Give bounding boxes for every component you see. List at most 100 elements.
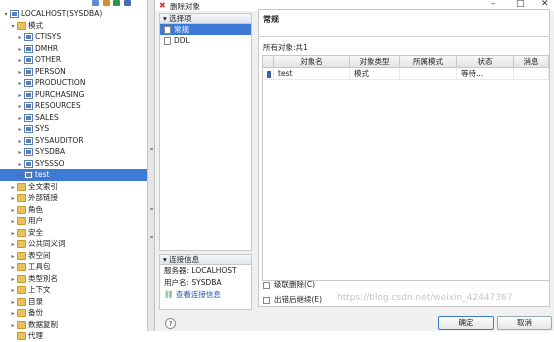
tree-item-agent[interactable]: 代理 (0, 330, 147, 342)
collapse-arrow-icon[interactable]: ▾ (163, 14, 167, 23)
table-row[interactable]: test 模式 等待... (263, 68, 549, 80)
ok-button[interactable]: 确定 (438, 316, 494, 330)
folder-icon (17, 205, 26, 214)
tree-item-schema[interactable]: ▸ SALES (0, 112, 147, 124)
tree-item-label: 表空间 (28, 250, 51, 260)
watermark-text: https://blog.csdn.net/weixin_42447367 (337, 293, 513, 303)
tree-item-label: 目录 (28, 296, 43, 306)
tree-item-label: PRODUCTION (35, 78, 86, 87)
panel-splitter[interactable] (148, 0, 155, 331)
splitter-grip (150, 148, 153, 150)
connection-icon: ⛓ (164, 290, 174, 299)
option-label: 常规 (174, 25, 189, 34)
tree-item-folder[interactable]: ▸ 外部链接 (0, 192, 147, 204)
close-button[interactable]: ✕ (541, 0, 549, 9)
tree-item-folder[interactable]: ▸ 用户 (0, 215, 147, 227)
tree-item-folder[interactable]: ▸ 表空间 (0, 250, 147, 262)
tree-toolbar (0, 0, 147, 8)
view-connection-link[interactable]: 查看连接信息 (176, 290, 221, 299)
folder-icon (17, 309, 26, 317)
schema-icon (24, 44, 33, 53)
cell-schema (400, 68, 457, 79)
tree-item-schema[interactable]: ▸ PRODUCTION (0, 77, 147, 89)
cascade-label: 级联删除(C) (274, 280, 316, 289)
tree-item-label: LOCALHOST(SYSDBA) (21, 9, 103, 18)
tree-item-schema[interactable]: ▸ RESOURCES (0, 100, 147, 112)
tree-item-folder[interactable]: ▸ 公共同义词 (0, 238, 147, 250)
continue-checkbox[interactable] (263, 296, 270, 304)
tree-item-schema[interactable]: ▸ OTHER (0, 54, 147, 66)
tree-item-folder[interactable]: ▸ 数据复制 (0, 319, 147, 331)
tree-item-schema[interactable]: ▸ test (0, 169, 147, 181)
tree-item-schema[interactable]: ▸ PURCHASING (0, 89, 147, 101)
column-header-name[interactable]: 对象名 (274, 56, 350, 67)
tree-item-label: OTHER (35, 55, 62, 64)
folder-icon (17, 263, 26, 271)
minimize-button[interactable]: – (491, 0, 496, 9)
user-label: 用户名: SYSDBA (164, 278, 222, 287)
tree-item-folder[interactable]: ▸ 上下文 (0, 284, 147, 296)
object-tree-panel: ▾ LOCALHOST(SYSDBA) ▾ 模式 ▸ CTISYS ▸ DMHR ▸ OTHER ▸… (0, 0, 148, 340)
cell-icon (263, 68, 274, 79)
schema-icon (267, 70, 271, 78)
cascade-checkbox[interactable] (263, 281, 270, 289)
tree-item-schema[interactable]: ▸ DMHR (0, 43, 147, 55)
tree-item-schema[interactable]: ▸ SYS (0, 123, 147, 135)
schema-icon (10, 10, 19, 18)
general-page: 常规 所有对象:共1 对象名 对象类型 所属模式 状态 消息 test 模式 等… (258, 9, 550, 307)
folder-icon (17, 194, 26, 202)
tree-item-label: SYSDBA (35, 147, 66, 156)
column-header-message[interactable]: 消息 (514, 56, 549, 67)
maximize-button[interactable]: □ (516, 0, 525, 9)
tree-item-label: SYS (35, 124, 50, 133)
folder-icon (17, 21, 26, 30)
schema-icon (24, 136, 33, 145)
tree-item-label: PURCHASING (35, 89, 85, 99)
tree-item-folder[interactable]: ▸ 目录 (0, 296, 147, 308)
connection-header-label: 连接信息 (169, 255, 200, 264)
tree-item-folder[interactable]: ▸ 角色 (0, 204, 147, 216)
schema-icon (24, 33, 33, 41)
option-general[interactable]: 常规 (160, 24, 251, 35)
tree-item-folder[interactable]: ▸ 备份 (0, 307, 147, 319)
tree-folder-schemas[interactable]: ▾ 模式 (0, 20, 147, 32)
tree-item-schema[interactable]: ▸ CTISYS (0, 31, 147, 43)
new-icon[interactable] (113, 0, 120, 6)
cell-message (514, 68, 549, 79)
schema-icon (24, 102, 33, 110)
option-ddl[interactable]: DDL (160, 35, 251, 46)
continue-on-error-option[interactable]: 出错后继续(E) (263, 294, 322, 305)
tree-item-folder[interactable]: ▸ 安全 (0, 227, 147, 239)
tree-item-label: 上下文 (28, 285, 51, 294)
tree-item-folder[interactable]: ▸ 工具包 (0, 261, 147, 273)
collapse-icon[interactable] (124, 0, 131, 6)
folder-icon (17, 332, 26, 340)
view-connection-row[interactable]: ⛓ 查看连接信息 (160, 289, 251, 301)
tree-root-connection[interactable]: ▾ LOCALHOST(SYSDBA) (0, 8, 147, 20)
tree-item-label: 工具包 (28, 262, 51, 271)
server-label: 服务器: LOCALHOST (164, 266, 237, 275)
tree-item-schema[interactable]: ▸ PERSON (0, 66, 147, 78)
tree-item-label: SYSSSO (35, 158, 65, 168)
tree-item-schema[interactable]: ▸ SYSAUDITOR (0, 135, 147, 147)
refresh-icon[interactable] (92, 0, 99, 6)
options-header: ▾ 选择项 (160, 14, 251, 24)
tree-item-label: SYSAUDITOR (35, 135, 84, 145)
option-label: DDL (174, 36, 190, 45)
filter-icon[interactable] (103, 0, 110, 6)
help-button[interactable]: ? (165, 318, 176, 329)
cascade-delete-option[interactable]: 级联删除(C) (263, 279, 315, 290)
tree-item-label: 代理 (28, 331, 43, 340)
cancel-button[interactable]: 取消 (497, 316, 552, 330)
tree-item-folder[interactable]: ▸ 全文索引 (0, 181, 147, 193)
column-header-type[interactable]: 对象类型 (350, 56, 400, 67)
collapse-arrow-icon[interactable]: ▾ (163, 255, 167, 264)
tree-item-schema[interactable]: ▸ SYSSSO (0, 158, 147, 170)
page-icon (164, 26, 171, 34)
column-header-schema[interactable]: 所属模式 (400, 56, 457, 67)
column-header-icon (263, 56, 274, 67)
splitter-grip (150, 236, 153, 238)
tree-item-schema[interactable]: ▸ SYSDBA (0, 146, 147, 158)
column-header-status[interactable]: 状态 (457, 56, 514, 67)
tree-item-folder[interactable]: ▸ 类型別名 (0, 273, 147, 285)
